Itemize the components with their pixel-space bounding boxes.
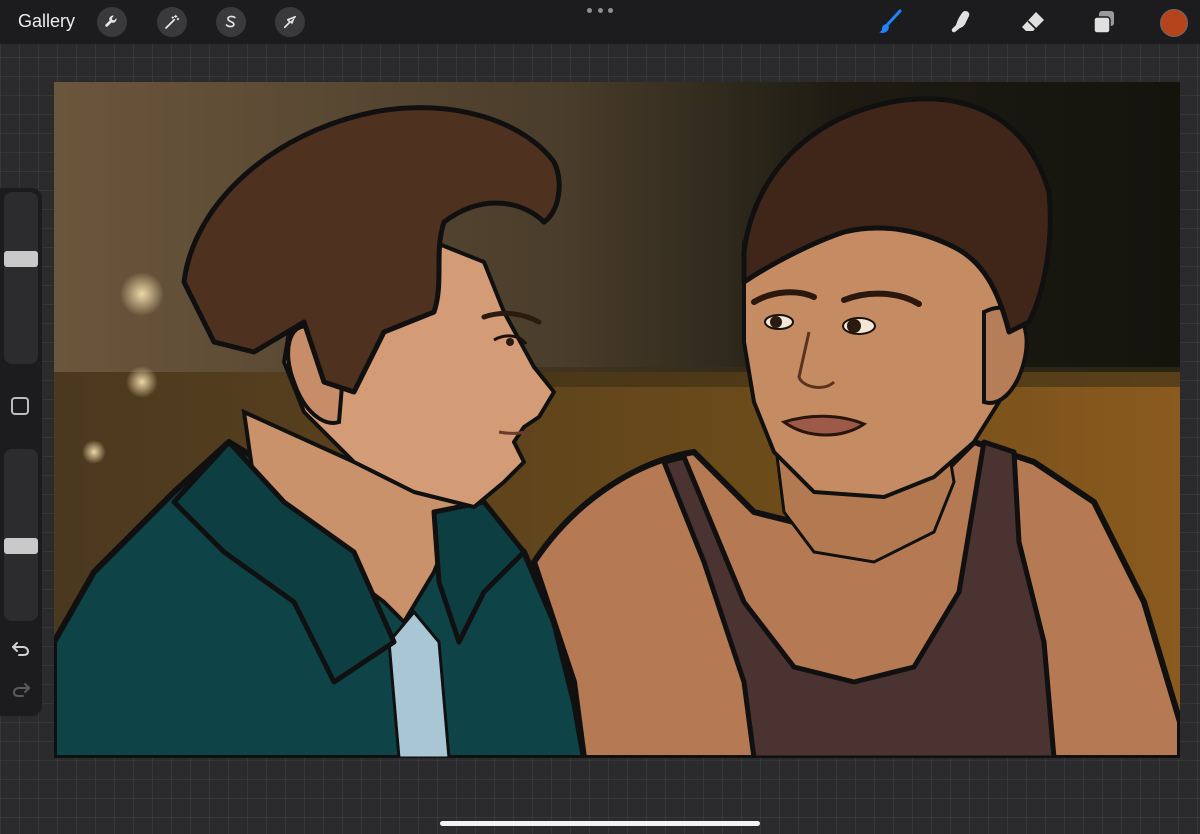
smudge-tool-button[interactable] — [945, 6, 977, 38]
selection-button[interactable] — [216, 7, 246, 37]
eraser-tool-button[interactable] — [1017, 6, 1049, 38]
transform-button[interactable] — [275, 7, 305, 37]
redo-button[interactable] — [9, 678, 33, 700]
magic-wand-icon — [165, 14, 180, 29]
smudge-finger-icon — [951, 11, 970, 33]
more-dots-icon[interactable] — [587, 8, 613, 16]
actions-button[interactable] — [97, 7, 127, 37]
home-indicator[interactable] — [440, 821, 760, 826]
artwork — [54, 82, 1180, 758]
arrow-cursor-icon — [283, 15, 297, 29]
layers-tool-button[interactable] — [1088, 6, 1120, 38]
brush-size-thumb[interactable] — [4, 251, 38, 267]
eraser-icon — [1022, 12, 1044, 31]
brush-icon — [879, 9, 902, 33]
undo-button[interactable] — [9, 637, 33, 659]
undo-icon — [12, 642, 30, 656]
top-toolbar: Gallery — [0, 0, 1200, 44]
selection-s-icon — [225, 15, 236, 28]
opacity-thumb[interactable] — [4, 538, 38, 554]
drawing-canvas[interactable] — [54, 82, 1180, 758]
left-sidebar — [0, 188, 42, 716]
color-picker-swatch[interactable] — [1160, 9, 1188, 37]
opacity-slider[interactable] — [4, 449, 38, 621]
wrench-icon — [105, 15, 117, 27]
brush-size-slider[interactable] — [4, 192, 38, 364]
gallery-button[interactable]: Gallery — [18, 11, 75, 32]
brush-tool-button[interactable] — [874, 6, 906, 38]
adjustments-button[interactable] — [157, 7, 187, 37]
redo-icon — [12, 683, 30, 697]
modify-button[interactable] — [11, 397, 29, 415]
layers-icon — [1093, 11, 1114, 34]
